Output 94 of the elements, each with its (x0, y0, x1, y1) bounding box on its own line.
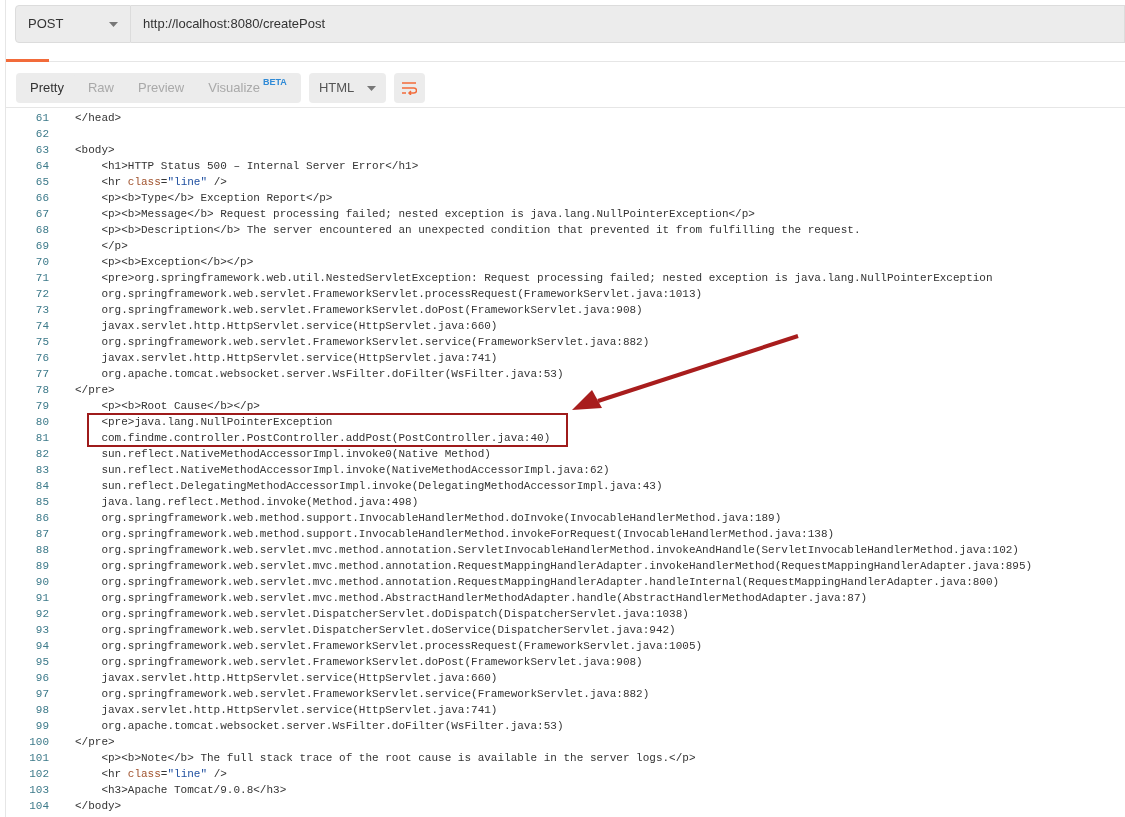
code-line: <pre>java.lang.NullPointerException (100, 415, 333, 430)
line-number: 96 (34, 671, 49, 686)
line-number: 76 (34, 351, 49, 366)
line-number: 99 (34, 719, 49, 734)
line-number: 82 (34, 447, 49, 462)
code-line: javax.servlet.http.HttpServlet.service(HttpServlet.java:741) (100, 703, 498, 718)
code-line: </body> (75, 799, 122, 814)
code-line: <h1>HTTP Status 500 – Internal Server Error</h1> (100, 159, 419, 174)
line-number: 103 (28, 783, 49, 798)
caret-icon (366, 85, 376, 91)
line-number: 75 (34, 335, 49, 350)
method-dropdown[interactable]: POST (15, 5, 131, 43)
line-number: 77 (34, 367, 49, 382)
line-number: 64 (34, 159, 49, 174)
line-number: 93 (34, 623, 49, 638)
code-line: <p><b>Exception</b></p> (100, 255, 254, 270)
code-line: org.springframework.web.servlet.mvc.method.annotation.ServletInvocableHandlerMethod.invokeAndHandle(ServletInvocableHandlerMethod.java:102) (100, 543, 1019, 558)
code-line: org.springframework.web.servlet.FrameworkServlet.service(FrameworkServlet.java:882) (100, 335, 650, 350)
line-number: 62 (34, 127, 49, 142)
code-line: javax.servlet.http.HttpServlet.service(HttpServlet.java:660) (100, 671, 498, 686)
line-number: 88 (34, 543, 49, 558)
line-number: 90 (34, 575, 49, 590)
code-line: org.springframework.web.servlet.DispatcherServlet.doService(DispatcherServlet.java:942) (100, 623, 676, 638)
url-field[interactable]: http://localhost:8080/createPost (131, 5, 1125, 43)
code-line: <p><b>Note</b> The full stack trace of the root cause is available in the server logs.</p> (100, 751, 696, 766)
code-line: sun.reflect.DelegatingMethodAccessorImpl.invoke(DelegatingMethodAccessorImpl.java:43) (100, 479, 663, 494)
code-line: org.apache.tomcat.websocket.server.WsFilter.doFilter(WsFilter.java:53) (100, 367, 564, 382)
line-number: 61 (34, 111, 49, 126)
line-number: 104 (28, 799, 49, 814)
line-number: 69 (34, 239, 49, 254)
line-number: 68 (34, 223, 49, 238)
line-number: 86 (34, 511, 49, 526)
code-line: <p><b>Description</b> The server encountered an unexpected condition that prevented it from fulfilling the request. (100, 223, 861, 238)
code-line: </p> (100, 239, 128, 254)
caret-icon (109, 21, 118, 27)
line-number: 81 (34, 431, 49, 446)
line-number: 87 (34, 527, 49, 542)
code-line: javax.servlet.http.HttpServlet.service(HttpServlet.java:741) (100, 351, 498, 366)
code-line: org.springframework.web.servlet.mvc.method.annotation.RequestMappingHandlerAdapter.invokeHandlerMethod(RequestMappingHandlerAdapter.java:895) (100, 559, 1033, 574)
line-number: 72 (34, 287, 49, 302)
code-line: <pre>org.springframework.web.util.NestedServletException: Request processing failed; nested exception is java.lang.NullPointerException (100, 271, 993, 286)
line-number: 102 (28, 767, 49, 782)
code-line: org.springframework.web.method.support.InvocableHandlerMethod.doInvoke(InvocableHandlerMethod.java:189) (100, 511, 782, 526)
line-number: 67 (34, 207, 49, 222)
line-number: 98 (34, 703, 49, 718)
line-number: 83 (34, 463, 49, 478)
line-number: 91 (34, 591, 49, 606)
code-line: com.findme.controller.PostController.addPost(PostController.java:40) (100, 431, 551, 446)
line-number: 84 (34, 479, 49, 494)
line-number: 79 (34, 399, 49, 414)
code-line: javax.servlet.http.HttpServlet.service(HttpServlet.java:660) (100, 319, 498, 334)
code-line: <hr class="line" /> (100, 767, 227, 782)
format-dropdown[interactable]: HTML (308, 73, 386, 103)
code-line: </pre> (75, 383, 115, 398)
code-line: <p><b>Type</b> Exception Report</p> (100, 191, 333, 206)
code-line: <p><b>Message</b> Request processing failed; nested exception is java.lang.NullPointerException</p> (100, 207, 755, 222)
code-line: <hr class="line" /> (100, 175, 227, 190)
code-line: sun.reflect.NativeMethodAccessorImpl.invoke(NativeMethodAccessorImpl.java:62) (100, 463, 610, 478)
code-line: <p><b>Root Cause</b></p> (100, 399, 260, 414)
line-number: 85 (34, 495, 49, 510)
wrap-lines-button[interactable] (393, 73, 425, 103)
code-line: org.springframework.web.servlet.FrameworkServlet.service(FrameworkServlet.java:882) (100, 687, 650, 702)
line-number: 71 (34, 271, 49, 286)
code-line: org.springframework.web.servlet.FrameworkServlet.doPost(FrameworkServlet.java:908) (100, 655, 643, 670)
code-line: org.springframework.web.servlet.mvc.method.AbstractHandlerMethodAdapter.handle(AbstractHandlerMethodAdapter.java:87) (100, 591, 868, 606)
line-number: 97 (34, 687, 49, 702)
line-number: 80 (34, 415, 49, 430)
line-number: 100 (28, 735, 49, 750)
line-number: 63 (34, 143, 49, 158)
line-number: 89 (34, 559, 49, 574)
code-line: org.springframework.web.servlet.FrameworkServlet.processRequest(FrameworkServlet.java:1005) (100, 639, 703, 654)
line-number: 94 (34, 639, 49, 654)
code-line: <h3>Apache Tomcat/9.0.8</h3> (100, 783, 287, 798)
line-number: 92 (34, 607, 49, 622)
code-line: org.springframework.web.servlet.FrameworkServlet.processRequest(FrameworkServlet.java:1013) (100, 287, 703, 302)
line-number: 74 (34, 319, 49, 334)
line-number: 66 (34, 191, 49, 206)
code-line: </pre> (75, 735, 115, 750)
code-line: org.springframework.web.servlet.FrameworkServlet.doPost(FrameworkServlet.java:908) (100, 303, 643, 318)
line-number: 101 (28, 751, 49, 766)
line-number: 95 (34, 655, 49, 670)
code-line: org.apache.tomcat.websocket.server.WsFilter.doFilter(WsFilter.java:53) (100, 719, 564, 734)
code-line: org.springframework.web.servlet.mvc.method.annotation.RequestMappingHandlerAdapter.handleInternal(RequestMappingHandlerAdapter.java:800) (100, 575, 1000, 590)
code-line: </head> (75, 111, 122, 126)
code-line: <body> (75, 143, 115, 158)
code-line: org.springframework.web.servlet.DispatcherServlet.doDispatch(DispatcherServlet.java:1038) (100, 607, 689, 622)
code-line: java.lang.reflect.Method.invoke(Method.java:498) (100, 495, 419, 510)
line-number: 70 (34, 255, 49, 270)
wrap-lines-icon (401, 81, 418, 95)
code-line: sun.reflect.NativeMethodAccessorImpl.invoke0(Native Method) (100, 447, 491, 462)
line-number: 65 (34, 175, 49, 190)
line-number: 73 (34, 303, 49, 318)
code-line: org.springframework.web.method.support.InvocableHandlerMethod.invokeForRequest(InvocableHandlerMethod.java:138) (100, 527, 835, 542)
line-number: 78 (34, 383, 49, 398)
